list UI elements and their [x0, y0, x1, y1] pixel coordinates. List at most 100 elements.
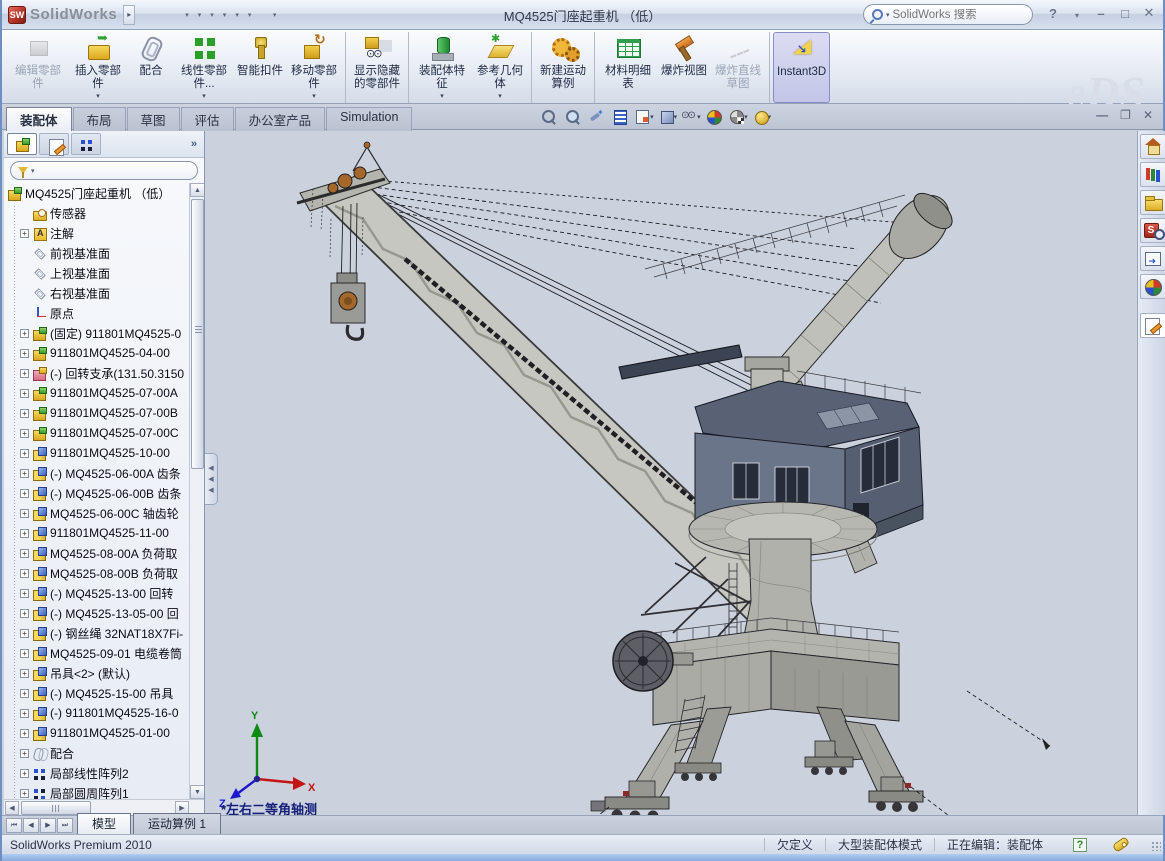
tree-item[interactable]: MQ4525-09-01 电缆卷筒 [4, 643, 190, 663]
titlebar-button[interactable] [244, 4, 254, 26]
view-tool-button[interactable] [728, 108, 748, 126]
expand-icon[interactable] [20, 369, 29, 378]
tree-item[interactable]: (-) 回转支承(131.50.3150 [4, 363, 190, 383]
tree-item[interactable]: 上视基准面 [4, 263, 190, 283]
tree-item[interactable]: 传感器 [4, 203, 190, 223]
view-tool-button[interactable] [611, 108, 631, 126]
expand-icon[interactable] [20, 769, 29, 778]
command-button[interactable]: 插入零部件 [68, 32, 128, 103]
tree-item[interactable]: (-) MQ4525-15-00 吊具 [4, 683, 190, 703]
expand-icon[interactable] [20, 329, 29, 338]
expand-icon[interactable] [20, 669, 29, 678]
command-button[interactable]: 配合 [128, 32, 174, 103]
search-box[interactable] [863, 4, 1033, 25]
command-button[interactable]: 编辑零部件 [8, 32, 68, 103]
tree-vertical-scrollbar[interactable] [189, 183, 204, 799]
dropdown-caret-icon[interactable] [440, 92, 444, 100]
tree-item[interactable]: 911801MQ4525-11-00 [4, 523, 190, 543]
expand-icon[interactable] [20, 649, 29, 658]
tree-item[interactable]: (-) 911801MQ4525-16-0 [4, 703, 190, 723]
tree-item[interactable]: (-) MQ4525-06-00A 齿条 [4, 463, 190, 483]
tree-item[interactable]: 右视基准面 [4, 283, 190, 303]
task-pane-button[interactable] [1140, 190, 1165, 215]
help-caret-icon[interactable] [1069, 6, 1085, 21]
tree-item[interactable]: (-) MQ4525-06-00B 齿条 [4, 483, 190, 503]
filter-caret-icon[interactable] [31, 167, 35, 175]
tree-item[interactable]: 注解 [4, 223, 190, 243]
ribbon-tab[interactable]: 草图 [127, 107, 180, 132]
command-button[interactable]: 智能扣件 [234, 32, 286, 103]
tree-item[interactable]: 911801MQ4525-01-00 [4, 723, 190, 743]
tree-item[interactable]: MQ4525门座起重机 （低） [4, 183, 190, 203]
task-pane-button[interactable] [1140, 218, 1165, 243]
task-pane-button[interactable] [1140, 274, 1165, 299]
scroll-up-icon[interactable] [190, 183, 205, 197]
tree-item[interactable]: 局部线性阵列2 [4, 763, 190, 783]
titlebar-button[interactable] [256, 4, 266, 26]
view-tool-button[interactable] [705, 108, 725, 126]
expand-icon[interactable] [20, 489, 29, 498]
titlebar-button[interactable] [219, 4, 229, 26]
task-pane-button[interactable] [1140, 162, 1165, 187]
menu-flyout-icon[interactable] [123, 5, 135, 25]
tree-item[interactable]: (-) 钢丝绳 32NAT18X7Fi- [4, 623, 190, 643]
doc-minimize-icon[interactable] [1096, 108, 1108, 122]
ribbon-tab[interactable]: 办公室产品 [235, 107, 326, 132]
tab-feature-manager[interactable] [7, 133, 37, 155]
command-button[interactable]: 参考几何体 [472, 32, 532, 103]
model-tab[interactable]: 模型 [77, 813, 131, 834]
doc-close-icon[interactable] [1143, 108, 1153, 122]
scroll-thumb[interactable] [191, 199, 204, 469]
tree-item[interactable]: 局部圆周阵列1 [4, 783, 190, 799]
tree-filter-bar[interactable] [10, 161, 198, 180]
tree-item[interactable]: 配合 [4, 743, 190, 763]
titlebar-button[interactable] [231, 4, 241, 26]
doc-restore-icon[interactable] [1120, 108, 1131, 122]
search-input[interactable] [893, 9, 1003, 21]
expand-icon[interactable] [20, 349, 29, 358]
titlebar-button[interactable] [181, 4, 191, 26]
expand-icon[interactable] [20, 469, 29, 478]
expand-icon[interactable] [20, 509, 29, 518]
expand-icon[interactable] [20, 609, 29, 618]
scroll-left-icon[interactable] [5, 801, 19, 815]
dropdown-caret-icon[interactable] [202, 92, 206, 100]
expand-icon[interactable] [20, 529, 29, 538]
command-button[interactable]: 移动零部件 [286, 32, 346, 103]
dropdown-caret-icon[interactable] [96, 92, 100, 100]
expand-icon[interactable] [20, 749, 29, 758]
expand-icon[interactable] [20, 689, 29, 698]
tree-item[interactable]: 前视基准面 [4, 243, 190, 263]
crane-model[interactable]: Y X Z [205, 131, 1137, 815]
view-tool-button[interactable] [658, 108, 678, 126]
minimize-icon[interactable] [1093, 6, 1109, 21]
search-scope-caret-icon[interactable] [886, 11, 890, 19]
tags-icon[interactable] [1112, 836, 1130, 853]
expand-icon[interactable] [20, 789, 29, 798]
task-pane-button[interactable] [1140, 134, 1165, 159]
prev-tab-icon[interactable] [23, 818, 39, 833]
resize-grip[interactable] [1151, 841, 1161, 851]
command-button[interactable]: 材料明细表 [598, 32, 658, 103]
quick-tips-icon[interactable] [1073, 838, 1087, 852]
model-tab[interactable]: 运动算例 1 [133, 813, 221, 834]
ribbon-tab[interactable]: Simulation [326, 107, 412, 132]
ribbon-tab[interactable]: 装配体 [6, 107, 72, 132]
view-tool-button[interactable] [564, 108, 584, 126]
expand-icon[interactable] [20, 729, 29, 738]
tree-item[interactable]: 911801MQ4525-07-00A [4, 383, 190, 403]
command-button[interactable]: 爆炸视图 [658, 32, 710, 103]
expand-icon[interactable] [20, 589, 29, 598]
tree-item[interactable]: MQ4525-08-00B 负荷取 [4, 563, 190, 583]
view-tool-button[interactable] [681, 108, 701, 126]
more-tabs-chevron-icon[interactable] [191, 138, 201, 150]
dropdown-caret-icon[interactable] [312, 92, 316, 100]
tree-item[interactable]: 911801MQ4525-07-00B [4, 403, 190, 423]
tree-item[interactable]: 911801MQ4525-04-00 [4, 343, 190, 363]
dropdown-caret-icon[interactable] [498, 92, 502, 100]
expand-icon[interactable] [20, 389, 29, 398]
next-tab-icon[interactable] [40, 818, 56, 833]
tree-item[interactable]: MQ4525-08-00A 负荷取 [4, 543, 190, 563]
ribbon-tab[interactable]: 布局 [73, 107, 126, 132]
view-tool-button[interactable] [587, 108, 607, 126]
